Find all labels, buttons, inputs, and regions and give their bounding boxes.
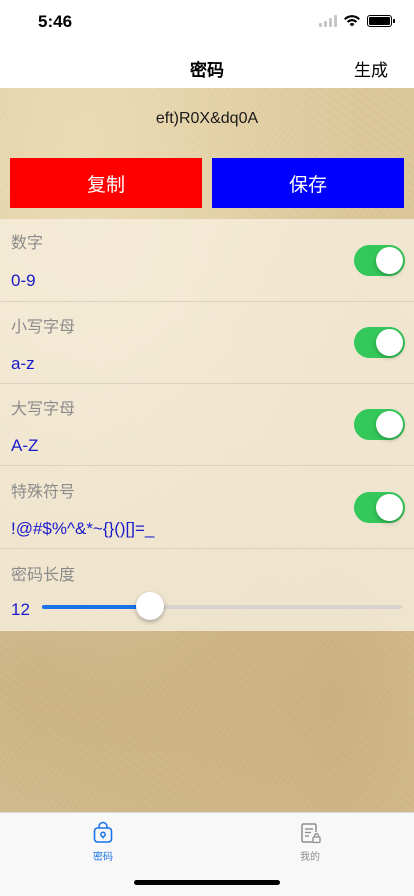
option-row-digits: 数字 0-9 [0, 219, 414, 302]
generated-password: eft)R0X&dq0A [155, 110, 259, 127]
tab-mine[interactable]: 我的 [250, 821, 370, 863]
slider-fill [42, 605, 150, 609]
option-label: 小写字母 [11, 319, 76, 336]
battery-icon [367, 14, 395, 27]
length-label: 密码长度 [11, 567, 76, 584]
option-label: 特殊符号 [11, 484, 76, 501]
option-row-lowercase: 小写字母 a-z [0, 302, 414, 384]
option-value: a-z [11, 354, 35, 373]
status-time: 5:46 [38, 12, 73, 31]
copy-button[interactable]: 复制 [10, 158, 202, 208]
tab-password[interactable]: 密码 [43, 821, 163, 863]
navigation-bar: 密码 生成 [0, 46, 414, 88]
wifi-icon [344, 15, 360, 27]
save-button[interactable]: 保存 [212, 158, 404, 208]
option-row-length: 密码长度 12 [0, 549, 414, 631]
length-value: 12 [11, 600, 30, 619]
option-row-uppercase: 大写字母 A-Z [0, 384, 414, 466]
status-bar: 5:46 [0, 0, 414, 46]
option-value: A-Z [11, 436, 39, 455]
symbols-toggle[interactable] [354, 492, 405, 523]
length-slider[interactable] [42, 592, 402, 620]
tab-label: 密码 [93, 852, 113, 863]
option-label: 数字 [11, 235, 44, 252]
home-indicator [134, 880, 280, 885]
option-label: 大写字母 [11, 401, 76, 418]
option-row-symbols: 特殊符号 !@#$%^&*~{}()[]=_ [0, 466, 414, 549]
page-title: 密码 [190, 61, 224, 80]
slider-thumb[interactable] [136, 592, 164, 620]
status-icons [319, 14, 395, 27]
lock-bag-icon [93, 821, 113, 843]
option-value: 0-9 [11, 271, 36, 290]
lowercase-toggle[interactable] [354, 327, 405, 358]
digits-toggle[interactable] [354, 245, 405, 276]
generate-button[interactable]: 生成 [354, 56, 388, 81]
cellular-signal-icon [319, 14, 337, 27]
document-lock-icon [301, 823, 321, 844]
uppercase-toggle[interactable] [354, 409, 405, 440]
tab-label: 我的 [300, 852, 320, 863]
option-value: !@#$%^&*~{}()[]=_ [11, 519, 155, 538]
